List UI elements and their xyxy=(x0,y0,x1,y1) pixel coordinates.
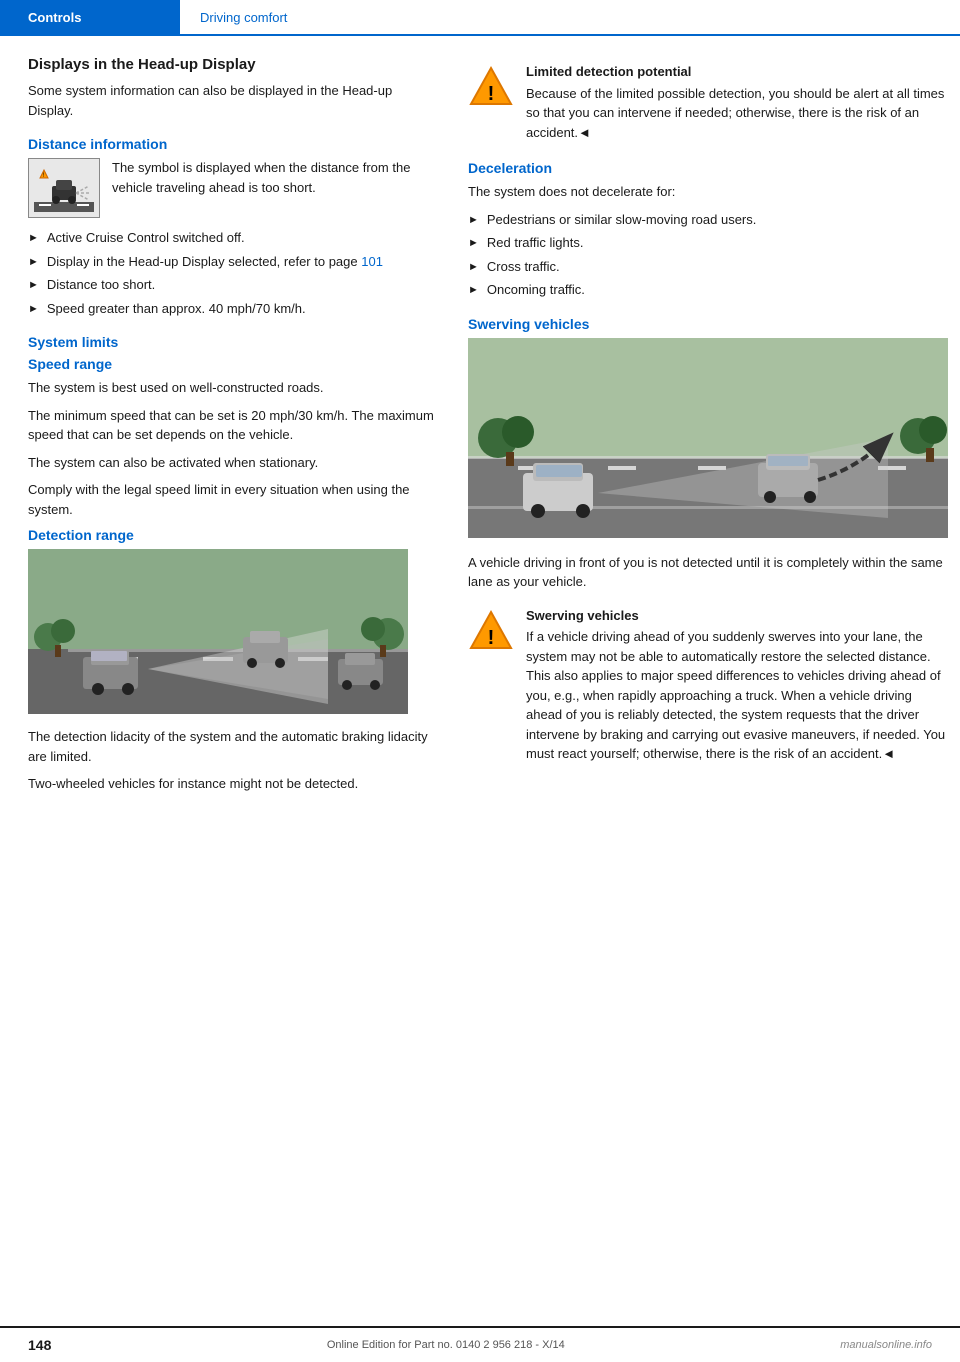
limited-detection-warning: ! Limited detection potential Because of… xyxy=(468,56,948,148)
intro-text: Some system information can also be disp… xyxy=(28,81,438,120)
svg-text:!: ! xyxy=(488,83,495,105)
page-footer: 148 Online Edition for Part no. 0140 2 9… xyxy=(0,1326,960,1362)
detection-text-2: Two-wheeled vehicles for instance might … xyxy=(28,774,438,794)
bullet-text: Pedestrians or similar slow-moving road … xyxy=(487,210,756,230)
distance-description: The symbol is displayed when the distanc… xyxy=(112,158,438,218)
bullet-arrow-icon: ► xyxy=(468,259,479,277)
bullet-text: Display in the Head-up Display selected,… xyxy=(47,252,383,272)
limited-detection-text: Limited detection potential Because of t… xyxy=(526,62,948,142)
distance-info-row: ! The symbol is displayed when the dista… xyxy=(28,158,438,218)
distance-bullet-list: ► Active Cruise Control switched off. ► … xyxy=(28,228,438,318)
swerving-description: A vehicle driving in front of you is not… xyxy=(468,553,948,592)
system-limits-section: System limits Speed range The system is … xyxy=(28,334,438,794)
list-item: ► Red traffic lights. xyxy=(468,233,948,253)
swerving-warning-icon-container: ! xyxy=(468,606,514,764)
bullet-arrow-icon: ► xyxy=(28,277,39,295)
bullet-arrow-icon: ► xyxy=(28,254,39,272)
bullet-arrow-icon: ► xyxy=(468,235,479,253)
swerving-vehicles-section: Swerving vehicles xyxy=(468,316,948,770)
head-up-display-section: Displays in the Head-up Display Some sys… xyxy=(28,56,438,120)
deceleration-intro: The system does not decelerate for: xyxy=(468,182,948,202)
distance-icon-box: ! xyxy=(28,158,100,218)
tab-controls[interactable]: Controls xyxy=(0,0,180,35)
distance-info-title: Distance information xyxy=(28,136,438,152)
page-heading: Displays in the Head-up Display xyxy=(28,56,438,73)
swerving-warning-text: Swerving vehicles If a vehicle driving a… xyxy=(526,606,948,764)
swerving-warning-triangle-icon: ! xyxy=(469,608,513,652)
bullet-text: Cross traffic. xyxy=(487,257,560,277)
right-column: ! Limited detection potential Because of… xyxy=(468,56,948,810)
distance-car-icon: ! xyxy=(34,164,94,212)
limited-detection-title: Limited detection potential xyxy=(526,62,948,82)
list-item: ► Oncoming traffic. xyxy=(468,280,948,300)
list-item: ► Active Cruise Control switched off. xyxy=(28,228,438,248)
speed-range-title: Speed range xyxy=(28,356,438,372)
page-number: 148 xyxy=(28,1337,51,1353)
deceleration-bullet-list: ► Pedestrians or similar slow-moving roa… xyxy=(468,210,948,300)
detection-range-image xyxy=(28,549,438,717)
distance-information-section: Distance information xyxy=(28,136,438,318)
detection-range-title: Detection range xyxy=(28,527,438,543)
list-item: ► Display in the Head-up Display selecte… xyxy=(28,252,438,272)
bullet-arrow-icon: ► xyxy=(468,212,479,230)
warning-triangle-icon: ! xyxy=(469,64,513,108)
list-item: ► Distance too short. xyxy=(28,275,438,295)
bullet-text: Oncoming traffic. xyxy=(487,280,585,300)
bullet-arrow-icon: ► xyxy=(468,282,479,300)
bullet-text: Speed greater than approx. 40 mph/70 km/… xyxy=(47,299,306,319)
deceleration-section: Deceleration The system does not deceler… xyxy=(468,160,948,300)
warning-icon-container: ! xyxy=(468,62,514,142)
list-item: ► Cross traffic. xyxy=(468,257,948,277)
controls-tab-label: Controls xyxy=(28,10,81,25)
speed-range-text-4: Comply with the legal speed limit in eve… xyxy=(28,480,438,519)
list-item: ► Speed greater than approx. 40 mph/70 k… xyxy=(28,299,438,319)
swerving-image xyxy=(468,338,948,541)
swerving-warning-body: If a vehicle driving ahead of you sudden… xyxy=(526,629,945,761)
left-column: Displays in the Head-up Display Some sys… xyxy=(28,56,438,810)
swerving-title: Swerving vehicles xyxy=(468,316,948,332)
swerving-warning: ! Swerving vehicles If a vehicle driving… xyxy=(468,600,948,770)
logo-text: manualsonline.info xyxy=(840,1339,932,1351)
main-content: Displays in the Head-up Display Some sys… xyxy=(0,36,960,830)
deceleration-title: Deceleration xyxy=(468,160,948,176)
online-edition-text: Online Edition for Part no. 0140 2 956 2… xyxy=(327,1339,565,1351)
swerving-svg xyxy=(468,338,948,538)
bullet-arrow-icon: ► xyxy=(28,301,39,319)
detection-text-1: The detection lidacity of the system and… xyxy=(28,727,438,766)
speed-range-text-1: The system is best used on well-construc… xyxy=(28,378,438,398)
bullet-text: Active Cruise Control switched off. xyxy=(47,228,245,248)
bullet-text: Distance too short. xyxy=(47,275,155,295)
detection-range-svg xyxy=(28,549,408,714)
swerving-warning-title: Swerving vehicles xyxy=(526,606,948,626)
page-link[interactable]: 101 xyxy=(361,254,383,269)
list-item: ► Pedestrians or similar slow-moving roa… xyxy=(468,210,948,230)
limited-detection-body: Because of the limited possible detectio… xyxy=(526,86,944,140)
system-limits-title: System limits xyxy=(28,334,438,350)
tab-driving-comfort[interactable]: Driving comfort xyxy=(180,0,960,35)
speed-range-text-2: The minimum speed that can be set is 20 … xyxy=(28,406,438,445)
page-header: Controls Driving comfort xyxy=(0,0,960,36)
svg-text:!: ! xyxy=(488,627,495,649)
driving-comfort-tab-label: Driving comfort xyxy=(200,10,287,25)
speed-range-text-3: The system can also be activated when st… xyxy=(28,453,438,473)
bullet-arrow-icon: ► xyxy=(28,230,39,248)
bullet-text: Red traffic lights. xyxy=(487,233,584,253)
